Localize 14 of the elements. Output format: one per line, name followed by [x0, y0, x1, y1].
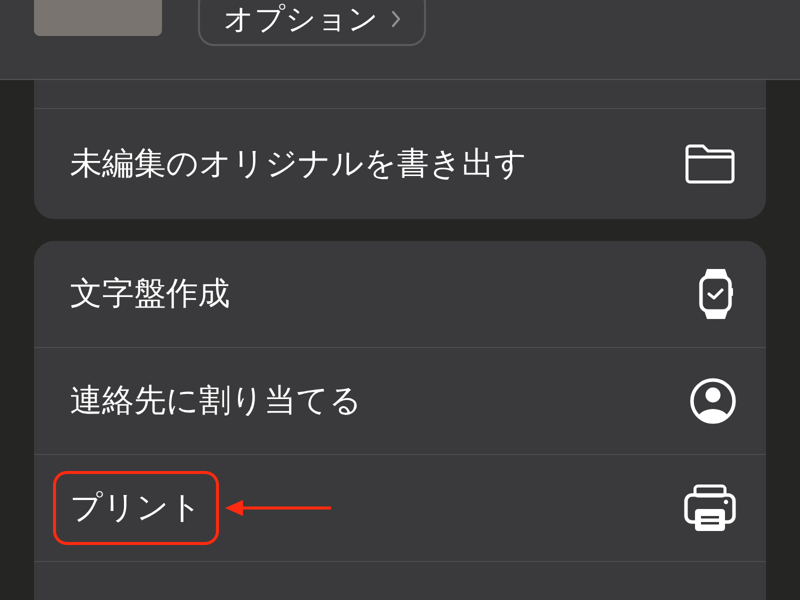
action-row[interactable]: 未編集のオリジナルを書き出す — [34, 109, 766, 219]
action-label: プリント — [53, 471, 219, 545]
action-row[interactable]: プリント — [34, 455, 766, 562]
action-label: 未編集のオリジナルを書き出す — [69, 144, 528, 183]
chevron-icon — [390, 10, 400, 28]
action-row[interactable]: 連絡先に割り当てる — [34, 348, 766, 455]
watch-icon — [698, 268, 736, 320]
action-label: 連絡先に割り当てる — [69, 381, 363, 420]
options-button[interactable]: オプション — [198, 0, 426, 46]
action-label: 文字盤作成 — [69, 274, 231, 313]
folder-icon — [684, 143, 736, 185]
person-icon — [690, 378, 736, 424]
action-row[interactable]: 文字盤作成 — [34, 241, 766, 348]
printer-icon — [684, 484, 736, 532]
